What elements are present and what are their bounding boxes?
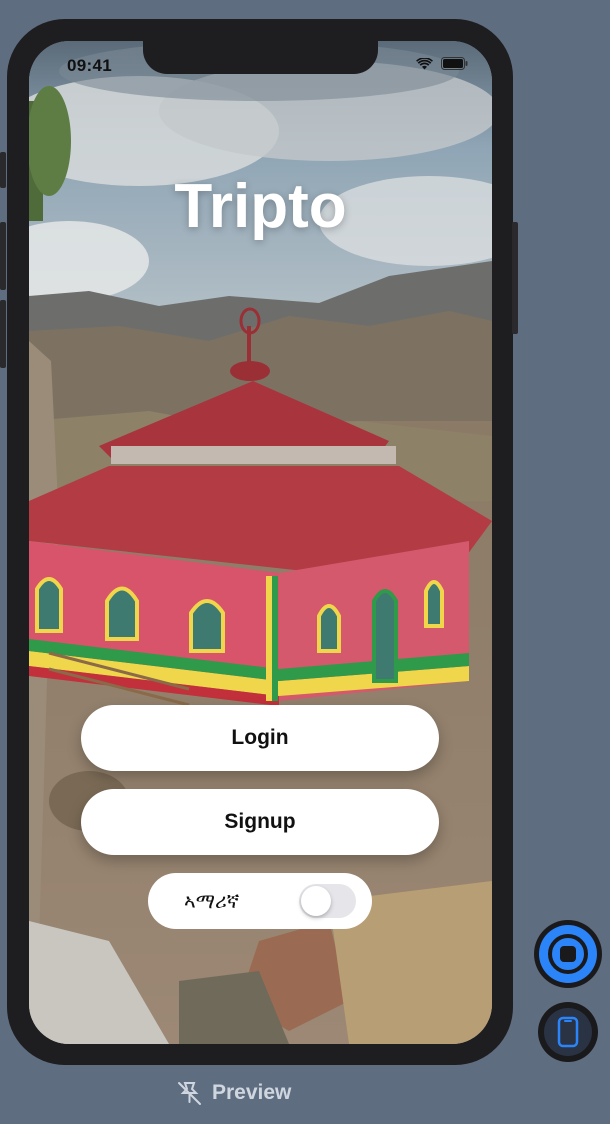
toggle-knob	[301, 886, 331, 916]
device-icon	[544, 1008, 592, 1056]
mute-switch	[0, 152, 6, 188]
app-screen: 09:41 Tripto Login Signup ኣማሪኛ	[29, 41, 492, 1044]
preview-text: Preview	[212, 1081, 292, 1104]
live-mode-button[interactable]	[534, 920, 602, 988]
status-time: 09:41	[67, 56, 112, 75]
app-title: Tripto	[174, 172, 347, 241]
preview-pin-icon	[178, 1082, 201, 1105]
status-icons	[416, 57, 468, 70]
device-settings-button[interactable]	[538, 1002, 598, 1062]
language-label: ኣማሪኛ	[184, 889, 240, 913]
preview-label-row: Preview	[176, 1080, 291, 1106]
wifi-icon	[416, 57, 433, 69]
signup-button[interactable]: Signup	[81, 789, 439, 855]
language-toggle-row: ኣማሪኛ	[148, 873, 372, 929]
volume-up-button	[0, 222, 6, 290]
login-button[interactable]: Login	[81, 705, 439, 771]
live-mode-icon	[539, 925, 597, 983]
device-notch	[143, 41, 378, 74]
volume-down-button	[0, 300, 6, 368]
language-toggle-switch[interactable]	[299, 884, 356, 918]
power-button	[512, 222, 518, 334]
battery-icon	[441, 57, 468, 70]
